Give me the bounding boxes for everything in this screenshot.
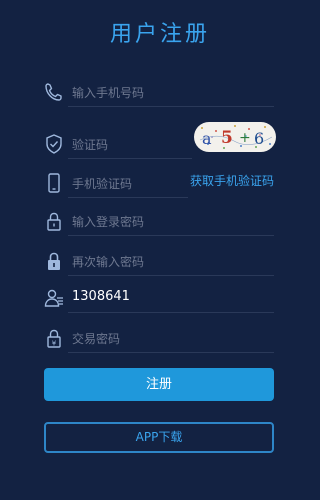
divider bbox=[68, 235, 274, 236]
get-sms-code-link[interactable]: 获取手机验证码 bbox=[190, 172, 274, 189]
svg-text:¥: ¥ bbox=[52, 340, 57, 348]
sms-code-field[interactable]: 手机验证码 bbox=[44, 168, 188, 198]
divider bbox=[68, 106, 274, 107]
page-title: 用户注册 bbox=[109, 22, 210, 47]
phone-placeholder: 输入手机号码 bbox=[72, 86, 145, 100]
divider bbox=[68, 158, 192, 159]
referrer-field[interactable]: 1308641 bbox=[44, 283, 274, 313]
app-download-button[interactable]: APP下载 bbox=[44, 422, 274, 453]
captcha-char: + bbox=[239, 130, 251, 146]
captcha-char: 6 bbox=[254, 129, 264, 148]
lock-icon: ¥ bbox=[44, 327, 64, 349]
register-button[interactable]: 注册 bbox=[44, 368, 274, 401]
captcha-image[interactable]: a 5 + 6 bbox=[194, 122, 276, 152]
login-password-field[interactable]: 输入登录密码 bbox=[44, 206, 274, 236]
lock-icon bbox=[44, 210, 64, 232]
shield-icon bbox=[44, 133, 64, 155]
phone-field[interactable]: 输入手机号码 bbox=[44, 77, 274, 107]
lock-icon bbox=[44, 250, 64, 272]
divider bbox=[68, 352, 274, 353]
login-password-placeholder: 输入登录密码 bbox=[72, 215, 145, 229]
divider bbox=[68, 312, 274, 313]
captcha-char: 5 bbox=[221, 128, 233, 148]
captcha-char: a bbox=[202, 129, 212, 148]
confirm-password-field[interactable]: 再次输入密码 bbox=[44, 246, 274, 276]
phone-icon bbox=[44, 81, 64, 103]
captcha-field[interactable]: 验证码 bbox=[44, 129, 192, 159]
divider bbox=[68, 275, 274, 276]
sms-code-placeholder: 手机验证码 bbox=[72, 177, 133, 191]
trade-password-field[interactable]: ¥ 交易密码 bbox=[44, 323, 274, 353]
user-card-icon bbox=[44, 287, 64, 309]
trade-password-placeholder: 交易密码 bbox=[72, 332, 121, 346]
mobile-icon bbox=[44, 172, 64, 194]
confirm-password-placeholder: 再次输入密码 bbox=[72, 255, 145, 269]
divider bbox=[68, 197, 188, 198]
referrer-value: 1308641 bbox=[72, 289, 130, 304]
captcha-placeholder: 验证码 bbox=[72, 138, 109, 152]
